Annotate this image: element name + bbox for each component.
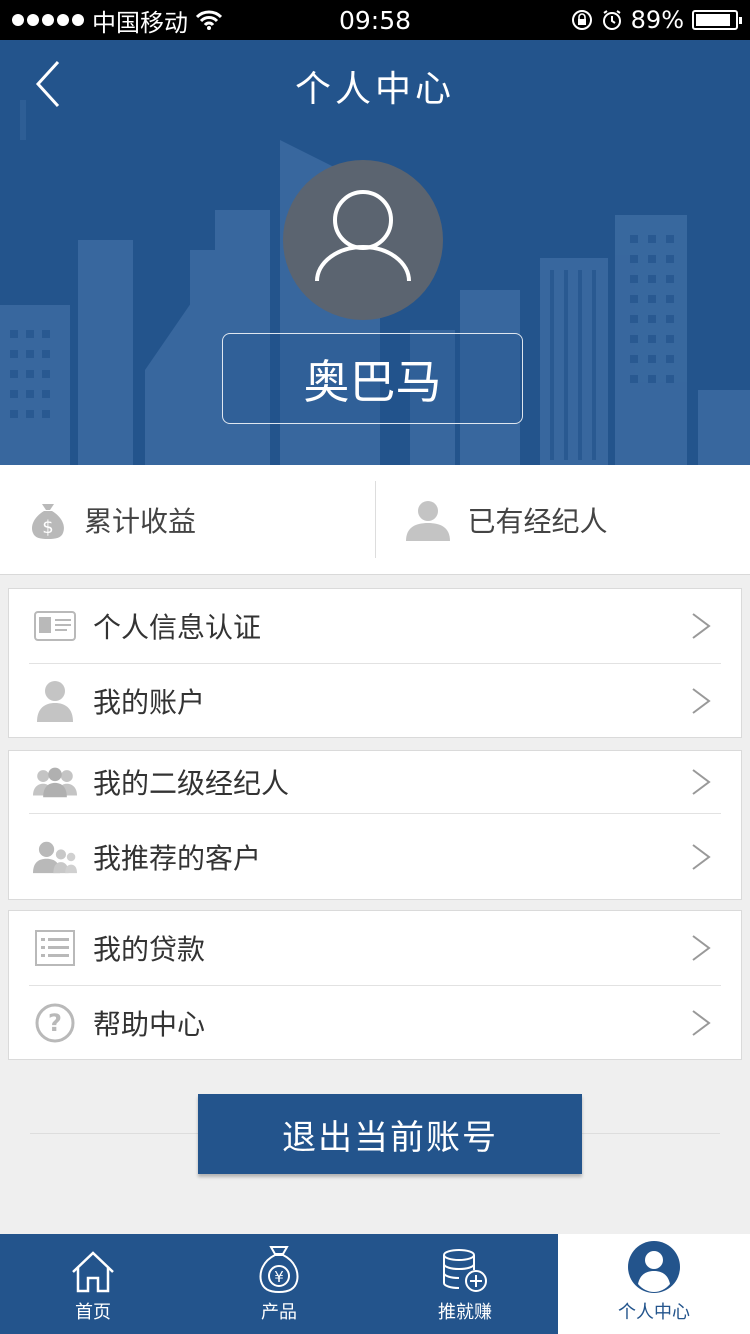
tab-label: 推就赚 [438, 1302, 492, 1323]
tab-label: 个人中心 [618, 1302, 690, 1323]
chevron-right-icon [692, 613, 711, 639]
menu-item-identity-verification[interactable]: 个人信息认证 [29, 589, 721, 663]
chevron-right-icon [692, 935, 711, 961]
product-bag-icon: ¥ [257, 1244, 301, 1294]
help-icon: ? [33, 1001, 77, 1045]
home-icon [70, 1250, 116, 1294]
agent-person-icon [405, 500, 450, 541]
menu-item-secondary-agents[interactable]: 我的二级经纪人 [29, 751, 721, 813]
status-bar: 中国移动 09:58 89% [0, 0, 750, 40]
money-bag-icon: $ [32, 503, 64, 539]
tab-user-center[interactable]: 个人中心 [558, 1234, 750, 1334]
menu-item-my-account[interactable]: 我的账户 [29, 663, 721, 737]
tab-label: 首页 [75, 1302, 111, 1323]
svg-text:?: ? [48, 1009, 62, 1037]
database-add-icon [441, 1248, 489, 1294]
user-center-icon [627, 1240, 681, 1294]
menu-item-help-center[interactable]: ? 帮助中心 [29, 985, 721, 1059]
wifi-icon [196, 10, 222, 30]
menu-label: 我的贷款 [93, 933, 206, 966]
signal-icon [12, 14, 84, 26]
stat-existing-agents[interactable]: 已有经纪人 [376, 465, 750, 574]
menu-label: 我的账户 [93, 685, 206, 719]
nav-bar: 个人中心 [0, 40, 750, 128]
group-icon [33, 760, 77, 804]
stat-label: 累计收益 [84, 504, 197, 538]
chevron-right-icon [692, 843, 711, 870]
menu-group-account: 个人信息认证 我的账户 [8, 588, 742, 738]
customers-icon [33, 835, 77, 879]
avatar[interactable] [283, 160, 443, 320]
chevron-right-icon [692, 1009, 711, 1036]
rotation-lock-icon [571, 10, 592, 30]
menu-item-my-loans[interactable]: 我的贷款 [29, 911, 721, 985]
chevron-right-icon [692, 769, 711, 795]
battery-percent: 89% [630, 6, 684, 34]
menu-label: 个人信息认证 [93, 611, 262, 644]
stats-bar: $ 累计收益 已有经纪人 [0, 465, 750, 575]
tab-bar: 首页 ¥ 产品 推就赚 个人中心 [0, 1234, 750, 1334]
menu-group-services: 我的贷款 ? 帮助中心 [8, 910, 742, 1060]
svg-text:¥: ¥ [274, 1268, 284, 1286]
person-icon [33, 679, 77, 723]
tab-home[interactable]: 首页 [0, 1234, 186, 1334]
id-card-icon [33, 604, 77, 648]
svg-text:$: $ [42, 517, 53, 538]
menu-label: 我推荐的客户 [93, 841, 262, 875]
user-name: 奥巴马 [222, 333, 523, 424]
list-icon [33, 926, 77, 970]
menu-group-agents: 我的二级经纪人 我推荐的客户 [8, 750, 742, 900]
battery-icon [692, 10, 742, 30]
menu-label: 帮助中心 [93, 1007, 206, 1041]
profile-header: 个人中心 奥巴马 [0, 40, 750, 465]
carrier-label: 中国移动 [92, 8, 188, 37]
menu-label: 我的二级经纪人 [93, 767, 290, 800]
tab-label: 产品 [261, 1302, 297, 1323]
stat-total-earnings[interactable]: $ 累计收益 [0, 465, 375, 574]
logout-button[interactable]: 退出当前账号 [198, 1094, 582, 1174]
menu-item-referred-customers[interactable]: 我推荐的客户 [29, 813, 721, 899]
stat-label: 已有经纪人 [467, 504, 608, 538]
user-avatar-icon [315, 190, 411, 282]
chevron-right-icon [692, 687, 711, 714]
tab-products[interactable]: ¥ 产品 [186, 1234, 372, 1334]
page-title: 个人中心 [294, 69, 455, 110]
alarm-icon [602, 10, 621, 30]
tab-refer-earn[interactable]: 推就赚 [372, 1234, 558, 1334]
